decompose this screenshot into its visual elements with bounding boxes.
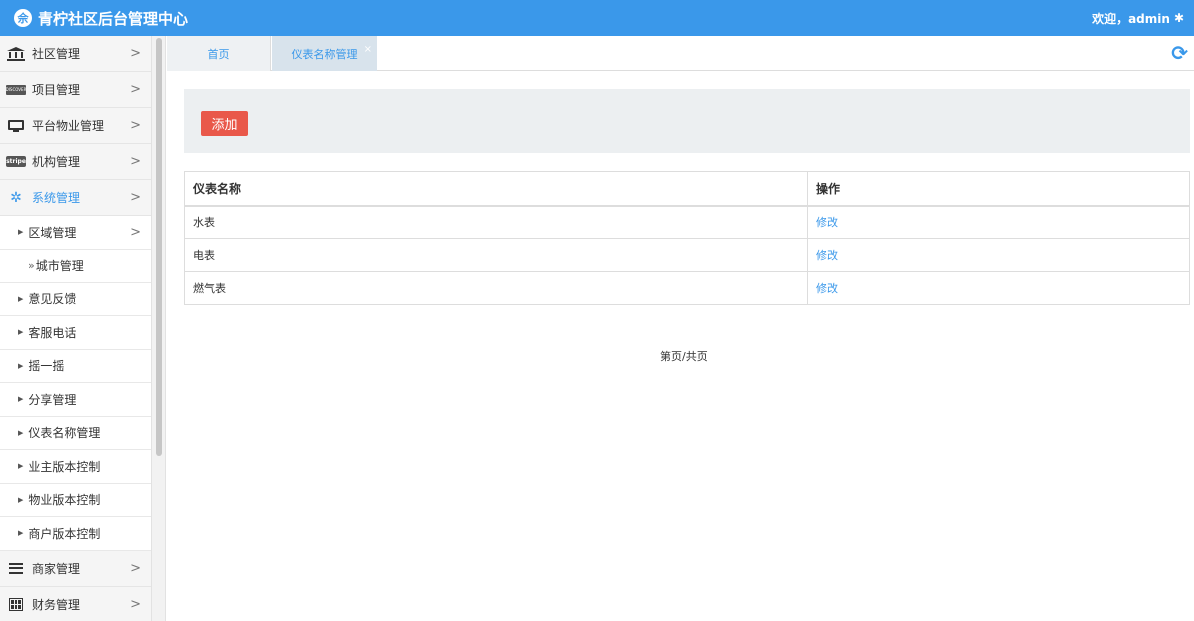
edit-link[interactable]: 修改 xyxy=(816,282,838,295)
sidebar-subitem-shake[interactable]: ▶ 摇一摇 xyxy=(0,349,151,383)
sidebar-item-property[interactable]: 平台物业管理 > xyxy=(0,108,151,144)
table-row: 燃气表 修改 xyxy=(184,271,1190,305)
tab-meter-names[interactable]: 仪表名称管理 × xyxy=(272,36,377,71)
sidebar-subsubitem-city[interactable]: » 城市管理 xyxy=(0,249,151,283)
caret-right-icon: ▶ xyxy=(18,361,24,370)
refresh-icon[interactable]: ⟳ xyxy=(1171,41,1188,65)
brand: 佘 青柠社区后台管理中心 xyxy=(14,8,188,29)
sidebar-item-community[interactable]: 社区管理 > xyxy=(0,36,151,72)
tab-bar: 首页 仪表名称管理 × ⟳ xyxy=(167,36,1194,71)
sidebar-item-system[interactable]: ✲ 系统管理 > xyxy=(0,180,151,216)
tab-home[interactable]: 首页 xyxy=(167,36,271,71)
close-icon[interactable]: × xyxy=(364,45,372,55)
chevron-right-icon: > xyxy=(130,118,141,133)
sidebar-subitem-hotline[interactable]: ▶ 客服电话 xyxy=(0,316,151,350)
sidebar-item-merchants[interactable]: 商家管理 > xyxy=(0,550,151,587)
stripe-icon: stripe xyxy=(6,156,26,167)
bars-icon xyxy=(6,561,26,575)
edit-link[interactable]: 修改 xyxy=(816,216,838,229)
caret-right-icon: ▶ xyxy=(18,462,24,471)
sidebar-subitem-meter-names[interactable]: ▶ 仪表名称管理 xyxy=(0,416,151,450)
double-chevron-icon: » xyxy=(28,259,35,272)
caret-right-icon: ▶ xyxy=(18,428,24,437)
yelp-icon: ✲ xyxy=(10,189,22,206)
meter-name-cell: 水表 xyxy=(184,205,808,239)
app-title: 青柠社区后台管理中心 xyxy=(38,9,189,28)
column-header-action: 操作 xyxy=(807,171,1190,207)
calculator-icon xyxy=(6,597,26,611)
pagination-text: 第页/共页 xyxy=(660,350,708,363)
chevron-right-icon: > xyxy=(130,154,141,169)
top-bar: 佘 青柠社区后台管理中心 欢迎，admin ✱ xyxy=(0,0,1194,36)
add-button[interactable]: 添加 xyxy=(201,111,248,136)
sidebar-item-projects[interactable]: DISCOVER 项目管理 > xyxy=(0,72,151,108)
table-row: 水表 修改 xyxy=(184,205,1190,239)
toolbar-panel: 添加 xyxy=(184,89,1190,153)
caret-right-icon: ▶ xyxy=(18,495,24,504)
sidebar-subitem-merchant-version[interactable]: ▶ 商户版本控制 xyxy=(0,517,151,551)
sidebar-item-finance[interactable]: 财务管理 > xyxy=(0,586,151,621)
sidebar-subitem-region[interactable]: ▶ 区域管理 > xyxy=(0,216,151,250)
welcome-text: 欢迎，admin xyxy=(1092,11,1170,26)
chevron-right-icon: > xyxy=(130,224,141,240)
column-header-name: 仪表名称 xyxy=(184,171,808,207)
gear-icon[interactable]: ✱ xyxy=(1174,11,1184,25)
edit-link[interactable]: 修改 xyxy=(816,249,838,262)
sidebar: 社区管理 > DISCOVER 项目管理 > 平台物业管理 > stripe 机… xyxy=(0,36,152,621)
monitor-icon xyxy=(6,119,26,133)
meter-names-table: 仪表名称 操作 水表 修改 电表 修改 燃气表 修改 xyxy=(184,171,1190,305)
user-menu[interactable]: 欢迎，admin ✱ xyxy=(1092,10,1184,27)
sidebar-subitem-owner-version[interactable]: ▶ 业主版本控制 xyxy=(0,450,151,484)
discover-card-icon: DISCOVER xyxy=(6,83,26,97)
meter-name-cell: 电表 xyxy=(184,238,808,272)
caret-right-icon: ▶ xyxy=(18,294,24,303)
caret-right-icon: ▶ xyxy=(18,395,24,404)
caret-right-icon: ▶ xyxy=(18,328,24,337)
meter-name-cell: 燃气表 xyxy=(184,271,808,305)
table-header-row: 仪表名称 操作 xyxy=(184,171,1190,207)
caret-right-icon: ▶ xyxy=(18,228,24,237)
chevron-right-icon: > xyxy=(130,560,141,576)
chevron-right-icon: > xyxy=(130,46,141,61)
sidebar-item-organization[interactable]: stripe 机构管理 > xyxy=(0,144,151,180)
app-logo-icon: 佘 xyxy=(14,9,32,27)
chevron-right-icon: > xyxy=(130,190,141,205)
sidebar-scrollbar-thumb[interactable] xyxy=(156,38,162,456)
table-row: 电表 修改 xyxy=(184,238,1190,272)
sidebar-subitem-share[interactable]: ▶ 分享管理 xyxy=(0,383,151,417)
sidebar-subitem-property-version[interactable]: ▶ 物业版本控制 xyxy=(0,483,151,517)
bank-icon xyxy=(6,46,26,61)
sidebar-subitem-feedback[interactable]: ▶ 意见反馈 xyxy=(0,282,151,316)
caret-right-icon: ▶ xyxy=(18,529,24,538)
chevron-right-icon: > xyxy=(130,596,141,612)
chevron-right-icon: > xyxy=(130,82,141,97)
